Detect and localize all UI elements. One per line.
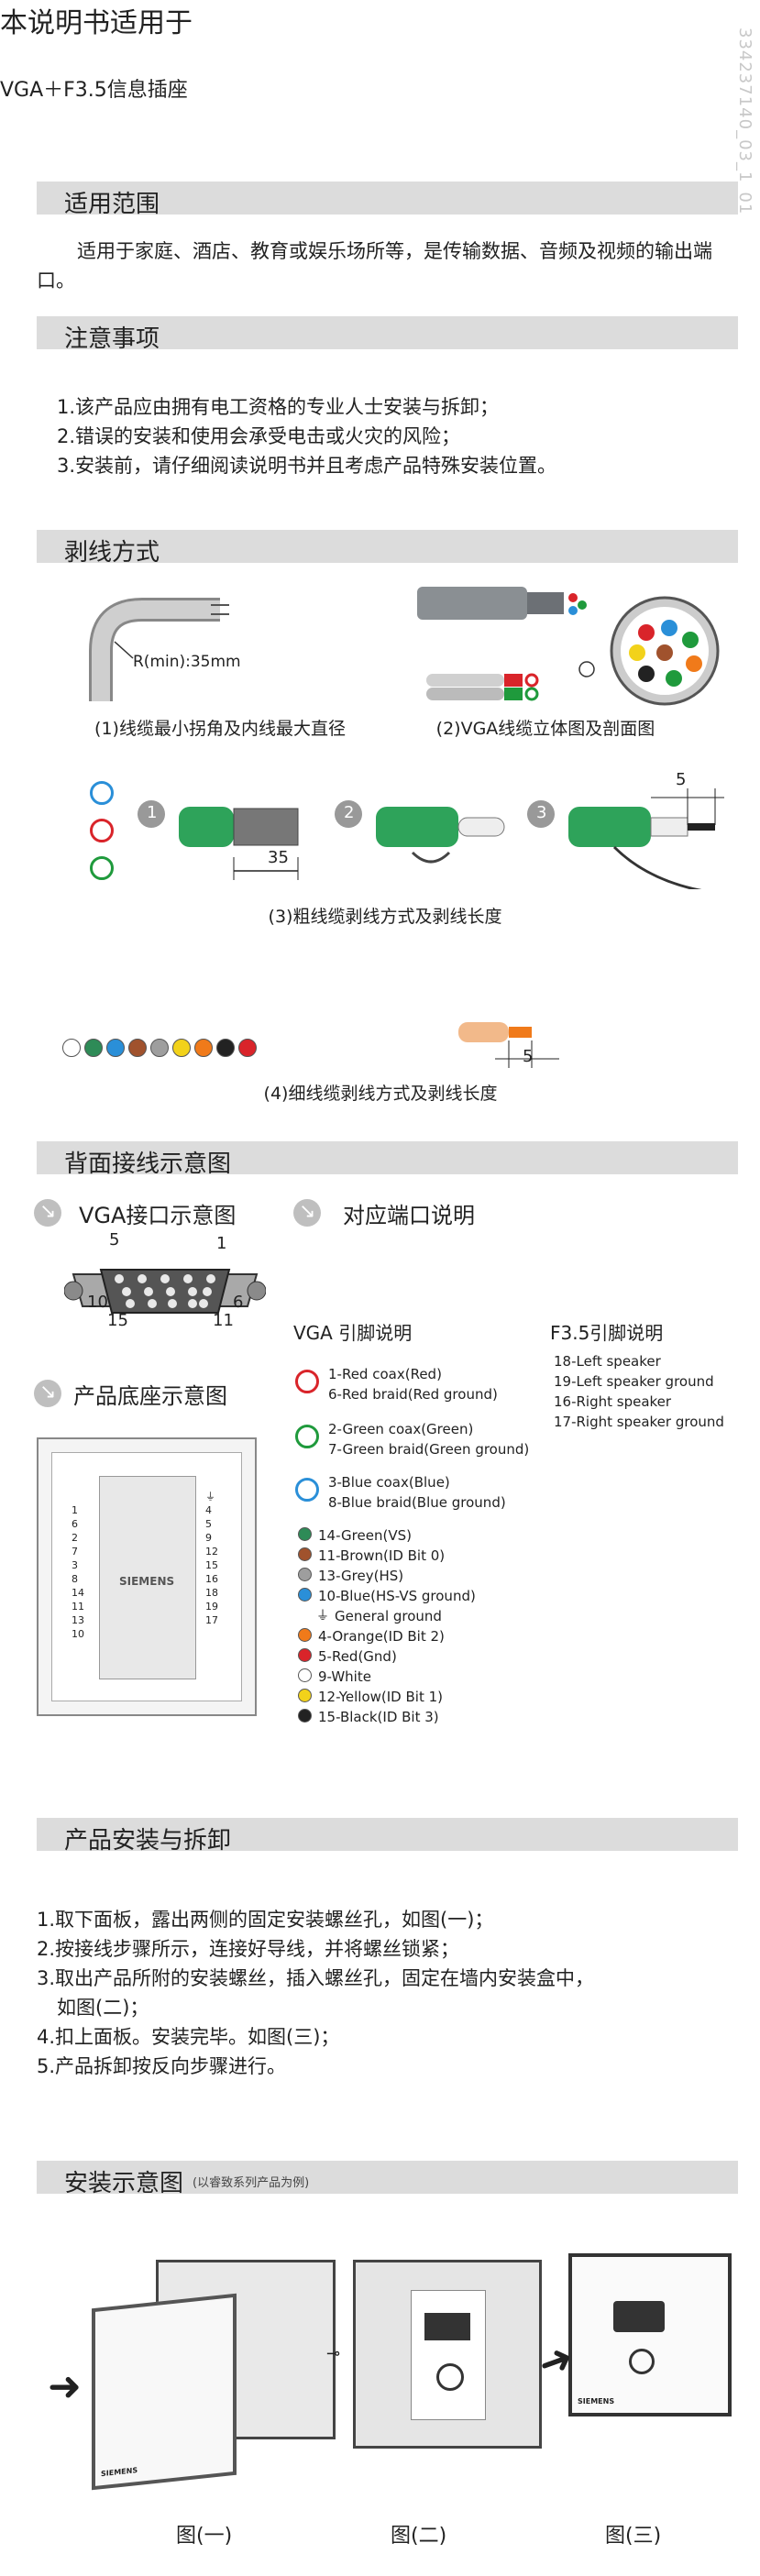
fig3-installed: SIEMENS [568, 2253, 732, 2416]
section-title: 剥线方式 [64, 539, 160, 567]
pin-red-coax: 1-Red coax(Red) 6-Red braid(Red ground) [328, 1366, 498, 1403]
section-install-diagram: 安装示意图 (以睿致系列产品为例) [37, 2161, 738, 2197]
vga-pin-label: 10 [87, 1293, 108, 1312]
step-number: 3 [536, 803, 547, 822]
vga-pin-label: 6 [233, 1293, 244, 1312]
ground-icon: ⏚ [205, 1491, 215, 1503]
thick-cable-strip-figure [138, 788, 724, 889]
cable-bend-figure [89, 598, 229, 701]
base-brand: SIEMENS [119, 1575, 175, 1588]
ground-icon: ⏚ [316, 1609, 329, 1624]
vga-pin-label: 1 [216, 1234, 227, 1253]
caption-bend: (1)线缆最小拐角及内线最大直径 [94, 719, 346, 739]
wire-color-dot [298, 1588, 312, 1602]
fig2-socket [353, 2260, 542, 2449]
section-title: 产品安装与拆卸 [64, 1827, 232, 1855]
install-steps: 1.取下面板，露出两侧的固定安装螺丝孔，如图(一)； 2.按接线步骤所示，连接好… [37, 1905, 594, 2081]
jack-red-icon [90, 819, 114, 842]
notes-list: 1.该产品应由拥有电工资格的专业人士安装与拆卸； 2.错误的安装和使用会承受电击… [57, 392, 556, 480]
vga-pin-label: 11 [213, 1311, 234, 1330]
panel-brand: SIEMENS [578, 2397, 615, 2405]
red-coax-icon [295, 1370, 319, 1393]
section-title: 安装示意图 [64, 2170, 184, 2197]
wire-color-dot [298, 1527, 312, 1541]
section-scope: 适用范围 [37, 182, 738, 218]
scope-text: 适用于家庭、酒店、教育或娱乐场所等，是传输数据、音频及视频的输出端口。 [37, 240, 712, 292]
install-step: 2.按接线步骤所示，连接好导线，并将螺丝锁紧； [37, 1938, 460, 1960]
vga-pin-column-title: VGA 引脚说明 [293, 1322, 413, 1344]
wire-color-dot [298, 1547, 312, 1561]
base-right-terminals: ⏚ 4 5 9 12 15 16 18 19 17 [205, 1491, 218, 1626]
diagram-note: (以睿致系列产品为例) [193, 2176, 310, 2190]
install-step: 如图(二)； [57, 1997, 149, 2019]
install-step: 1.取下面板，露出两侧的固定安装螺丝孔，如图(一)； [37, 1909, 494, 1931]
jack-blue-icon [90, 781, 114, 805]
f35-pin-column-title: F3.5引脚说明 [550, 1322, 664, 1344]
arrow-icon [34, 1380, 61, 1407]
pin-blue-coax: 3-Blue coax(Blue) 8-Blue braid(Blue grou… [328, 1474, 506, 1511]
panel-brand: SIEMENS [101, 2466, 138, 2479]
single-wire-list: 14-Green(VS) 11-Brown(ID Bit 0) 13-Grey(… [298, 1525, 476, 1727]
note-item: 2.错误的安装和使用会承受电击或火灾的风险； [57, 425, 461, 447]
wire-color-dot [298, 1648, 312, 1662]
wire-color-dot [298, 1689, 312, 1702]
caption-thin-cable: (4)细线缆剥线方式及剥线长度 [263, 1084, 498, 1104]
wire-color-dot [298, 1668, 312, 1682]
thin-cable-strip-figure [458, 1022, 559, 1068]
vga-diagram-title: VGA接口示意图 [79, 1203, 237, 1228]
arrow-left-icon: ➜ [48, 2363, 82, 2410]
note-item: 3.安装前，请仔细阅读说明书并且考虑产品特殊安装位置。 [57, 455, 557, 477]
vga-cable-figure [417, 587, 720, 706]
install-step: 5.产品拆卸按反向步骤进行。 [37, 2055, 287, 2077]
product-name: VGA＋F3.5信息插座 [0, 79, 188, 102]
green-coax-icon [295, 1425, 319, 1448]
section-install: 产品安装与拆卸 [37, 1818, 738, 1855]
dim-35-label: 35 [268, 848, 289, 867]
fig1-panel: SIEMENS [92, 2293, 237, 2491]
blue-coax-icon [295, 1478, 319, 1502]
section-title: 注意事项 [64, 325, 160, 353]
screw-icon: ⊸ [326, 2344, 341, 2363]
wire-color-dot [298, 1628, 312, 1642]
section-title: 适用范围 [64, 191, 160, 218]
vga-pin-label: 5 [109, 1230, 120, 1249]
install-step: 3.取出产品所附的安装螺丝，插入螺丝孔，固定在墙内安装盒中， [37, 1967, 595, 1989]
caption-thick-cable: (3)粗线缆剥线方式及剥线长度 [268, 907, 502, 927]
step-number: 2 [344, 803, 355, 822]
vga-pin-label: 15 [107, 1311, 128, 1330]
section-stripping: 剥线方式 [37, 530, 738, 567]
arrow-icon [34, 1199, 61, 1227]
section-title: 背面接线示意图 [64, 1150, 232, 1178]
fig3-caption: 图(三) [605, 2525, 662, 2548]
base-diagram: SIEMENS 1 6 2 7 3 8 14 11 13 10 ⏚ 4 5 9 12 15 16 18 19 17 [37, 1437, 257, 1716]
fig1-caption: 图(一) [176, 2525, 233, 2548]
doc-code: 334237140_03_1_01 [735, 28, 754, 215]
fig2-caption: 图(二) [391, 2525, 447, 2548]
doc-title: 本说明书适用于 [0, 7, 193, 39]
pin-green-coax: 2-Green coax(Green) 7-Green braid(Green … [328, 1421, 530, 1458]
wire-color-dot [298, 1568, 312, 1581]
caption-vga-cable: (2)VGA线缆立体图及剖面图 [435, 719, 655, 739]
bend-radius-label: R(min):35mm [133, 653, 241, 671]
port-description-title: 对应端口说明 [343, 1203, 475, 1228]
f35-pin-list: 18-Left speaker 19-Left speaker ground 1… [554, 1353, 724, 1430]
dim-5-label: 5 [676, 770, 687, 789]
wire-color-dot [298, 1709, 312, 1723]
arrow-icon [293, 1199, 321, 1227]
section-notes: 注意事项 [37, 316, 738, 353]
jack-green-icon [90, 856, 114, 880]
base-diagram-title: 产品底座示意图 [73, 1383, 227, 1409]
section-wiring: 背面接线示意图 [37, 1141, 738, 1178]
step-number: 1 [147, 803, 158, 822]
install-step: 4.扣上面板。安装完毕。如图(三)； [37, 2026, 340, 2048]
thin-wire-row [62, 1039, 310, 1062]
base-left-terminals: 1 6 2 7 3 8 14 11 13 10 [72, 1504, 84, 1640]
dim-5-label: 5 [523, 1047, 534, 1066]
note-item: 1.该产品应由拥有电工资格的专业人士安装与拆卸； [57, 396, 500, 418]
